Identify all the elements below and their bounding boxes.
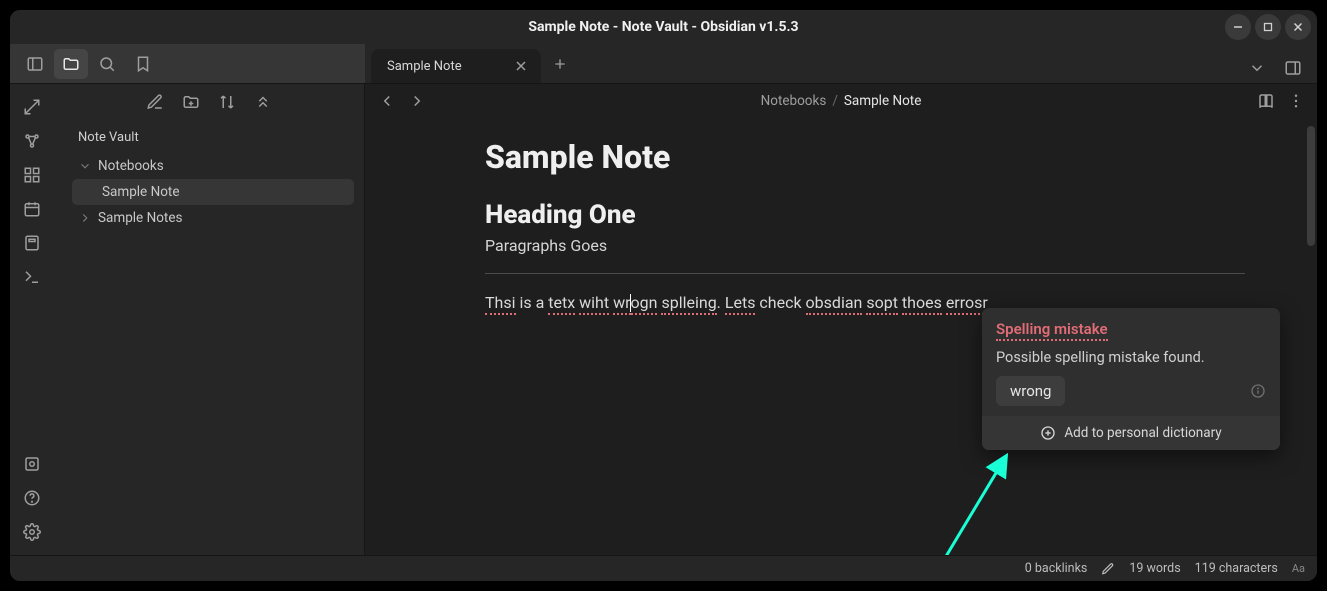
- close-button[interactable]: [1285, 14, 1311, 40]
- breadcrumb-sep: /: [832, 93, 838, 109]
- paragraph-text[interactable]: Paragraphs Goes: [485, 236, 1245, 255]
- reading-mode-icon[interactable]: [1253, 86, 1279, 116]
- tab-dropdown-icon[interactable]: [1243, 53, 1271, 83]
- popup-footer-label: Add to personal dictionary: [1064, 425, 1221, 441]
- graph-icon[interactable]: [16, 126, 48, 156]
- add-to-dictionary-button[interactable]: Add to personal dictionary: [982, 416, 1280, 450]
- collapse-all-icon[interactable]: [249, 89, 277, 115]
- chevron-right-icon: [78, 211, 92, 225]
- new-tab-button[interactable]: [545, 49, 575, 79]
- tab-sample-note[interactable]: Sample Note: [371, 49, 541, 83]
- new-note-icon[interactable]: [141, 89, 169, 115]
- status-bar: 0 backlinks 19 words 119 characters Aa: [10, 555, 1317, 581]
- daily-note-icon[interactable]: [16, 194, 48, 224]
- tab-label: Sample Note: [387, 59, 462, 74]
- search-icon[interactable]: [90, 49, 124, 79]
- info-icon[interactable]: [1250, 383, 1266, 399]
- window-title: Sample Note - Note Vault - Obsidian v1.5…: [528, 19, 798, 35]
- note-header: Notebooks / Sample Note: [365, 84, 1317, 118]
- pencil-icon[interactable]: [1101, 561, 1115, 576]
- popup-description: Possible spelling mistake found.: [996, 349, 1266, 366]
- canvas-icon[interactable]: [16, 160, 48, 190]
- command-palette-icon[interactable]: [16, 262, 48, 292]
- heading-one[interactable]: Heading One: [485, 200, 1245, 230]
- editor-pane: Notebooks / Sample Note Sample Note Head…: [365, 84, 1317, 555]
- folder-sample-notes[interactable]: Sample Notes: [72, 205, 354, 231]
- help-icon[interactable]: [16, 483, 48, 513]
- nav-back-icon[interactable]: [375, 86, 399, 116]
- note-title[interactable]: Sample Note: [485, 138, 1245, 176]
- status-case-icon[interactable]: Aa: [1292, 562, 1305, 575]
- popup-title: Spelling mistake: [996, 320, 1108, 341]
- window-controls: [1225, 10, 1311, 44]
- folder-label: Notebooks: [98, 158, 164, 174]
- header-left: [10, 44, 365, 83]
- quick-switcher-icon[interactable]: [16, 92, 48, 122]
- status-words[interactable]: 19 words: [1129, 561, 1180, 576]
- spellcheck-popup: Spelling mistake Possible spelling mista…: [982, 308, 1280, 450]
- minimize-button[interactable]: [1225, 14, 1251, 40]
- folder-label: Sample Notes: [98, 210, 182, 226]
- titlebar: Sample Note - Note Vault - Obsidian v1.5…: [10, 10, 1317, 44]
- vault-name[interactable]: Note Vault: [72, 124, 354, 153]
- tab-bar: Sample Note: [365, 44, 1317, 83]
- collapse-right-icon[interactable]: [1279, 53, 1307, 83]
- vault-icon[interactable]: [16, 449, 48, 479]
- file-label: Sample Note: [102, 184, 179, 200]
- settings-icon[interactable]: [16, 517, 48, 547]
- bookmark-icon[interactable]: [126, 49, 160, 79]
- body-row: Note Vault Notebooks Sample Note Sample …: [10, 84, 1317, 555]
- breadcrumb: Notebooks / Sample Note: [437, 93, 1245, 109]
- files-tab-icon[interactable]: [54, 49, 88, 79]
- new-folder-icon[interactable]: [177, 89, 205, 115]
- sidebar-toolbar: [54, 84, 364, 120]
- maximize-button[interactable]: [1255, 14, 1281, 40]
- status-backlinks[interactable]: 0 backlinks: [1025, 561, 1088, 576]
- note-body[interactable]: Sample Note Heading One Paragraphs Goes …: [365, 118, 1317, 555]
- tab-close-icon[interactable]: [513, 58, 529, 74]
- sort-icon[interactable]: [213, 89, 241, 115]
- annotation-arrow: [935, 448, 1025, 555]
- status-chars[interactable]: 119 characters: [1195, 561, 1278, 576]
- folder-notebooks[interactable]: Notebooks: [72, 153, 354, 179]
- header: Sample Note: [10, 44, 1317, 84]
- scrollbar-thumb[interactable]: [1307, 126, 1315, 246]
- chevron-down-icon: [78, 159, 92, 173]
- horizontal-rule: [485, 273, 1245, 274]
- breadcrumb-current[interactable]: Sample Note: [844, 93, 921, 109]
- nav-forward-icon[interactable]: [405, 86, 429, 116]
- breadcrumb-parent[interactable]: Notebooks: [761, 93, 827, 109]
- file-sample-note[interactable]: Sample Note: [72, 179, 354, 205]
- file-tree: Note Vault Notebooks Sample Note Sample …: [54, 120, 364, 235]
- templates-icon[interactable]: [16, 228, 48, 258]
- suggestion-chip[interactable]: wrong: [996, 376, 1065, 406]
- tab-right-controls: [1243, 53, 1317, 83]
- collapse-left-icon[interactable]: [18, 49, 52, 79]
- app-window: Sample Note - Note Vault - Obsidian v1.5…: [10, 10, 1317, 581]
- more-options-icon[interactable]: [1285, 86, 1307, 116]
- ribbon: [10, 84, 54, 555]
- file-explorer: Note Vault Notebooks Sample Note Sample …: [54, 84, 365, 555]
